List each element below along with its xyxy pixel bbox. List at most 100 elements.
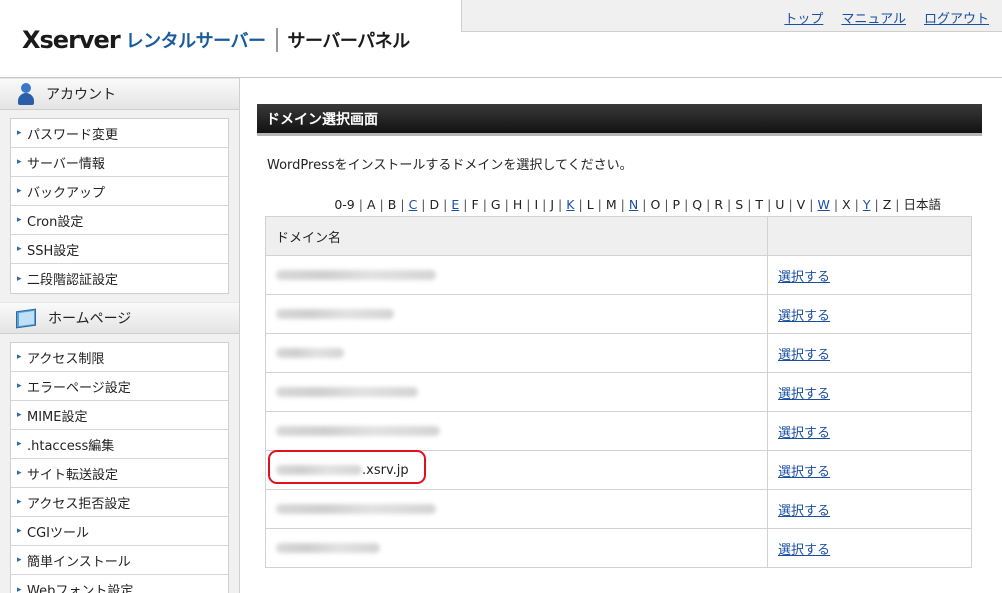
alpha-index-o[interactable]: O — [650, 197, 660, 212]
table-row: 選択する — [265, 255, 972, 295]
alpha-index-i[interactable]: I — [534, 197, 538, 212]
blurred-domain — [276, 426, 440, 436]
select-link[interactable]: 選択する — [778, 270, 830, 285]
alpha-index-p[interactable]: P — [673, 197, 681, 212]
alpha-index-x[interactable]: X — [842, 197, 851, 212]
action-cell: 選択する — [767, 411, 972, 451]
sidebar-item-2fa[interactable]: ▸ 二段階認証設定 — [11, 264, 228, 293]
action-cell: 選択する — [767, 255, 972, 295]
sidebar-item-mime[interactable]: ▸ MIME設定 — [11, 401, 228, 430]
alpha-index-u[interactable]: U — [775, 197, 784, 212]
sidebar-item-password[interactable]: ▸ パスワード変更 — [11, 119, 228, 148]
alpha-separator: | — [443, 197, 448, 212]
sidebar-item-cron[interactable]: ▸ Cron設定 — [11, 206, 228, 235]
alpha-separator: | — [379, 197, 384, 212]
alpha-index-c[interactable]: C — [409, 197, 418, 212]
alpha-index-f[interactable]: F — [472, 197, 479, 212]
sidebar-item-backup[interactable]: ▸ バックアップ — [11, 177, 228, 206]
sidebar-item-easy-install[interactable]: ▸ 簡単インストール — [11, 546, 228, 575]
select-link[interactable]: 選択する — [778, 504, 830, 519]
logo-server-panel: サーバーパネル — [287, 31, 411, 52]
alpha-separator: | — [664, 197, 669, 212]
logo-xserver: Xserver — [22, 26, 121, 54]
alpha-index-w[interactable]: W — [817, 197, 829, 212]
header: Xserver レンタルサーバー サーバーパネル トップ マニュアル ログアウト — [0, 0, 1002, 77]
alpha-index-h[interactable]: H — [513, 197, 522, 212]
alpha-index-z[interactable]: Z — [883, 197, 892, 212]
alpha-index-g[interactable]: G — [491, 197, 501, 212]
sidebar-list-homepage: ▸ アクセス制限 ▸ エラーページ設定 ▸ MIME設定 ▸ .htaccess編集 ▸… — [10, 342, 229, 593]
alpha-separator: | — [706, 197, 711, 212]
alpha-index-r[interactable]: R — [714, 197, 723, 212]
alpha-index-m[interactable]: M — [606, 197, 617, 212]
alpha-index-b[interactable]: B — [388, 197, 397, 212]
sidebar-item-label: 二段階認証設定 — [27, 273, 119, 288]
arrow-icon: ▸ — [17, 468, 22, 478]
select-link[interactable]: 選択する — [778, 426, 830, 441]
sidebar-item-site-transfer[interactable]: ▸ サイト転送設定 — [11, 459, 228, 488]
domain-cell — [265, 333, 768, 373]
blurred-domain — [276, 543, 380, 553]
alpha-index-l[interactable]: L — [587, 197, 594, 212]
alpha-index-v[interactable]: V — [797, 197, 806, 212]
select-link[interactable]: 選択する — [778, 465, 830, 480]
select-link[interactable]: 選択する — [778, 387, 830, 402]
book-icon — [16, 308, 38, 329]
alpha-index-0-9[interactable]: 0-9 — [334, 197, 354, 212]
alpha-separator: | — [833, 197, 839, 212]
sidebar-item-label: Cron設定 — [27, 214, 84, 230]
sidebar-item-access-restriction[interactable]: ▸ アクセス制限 — [11, 343, 228, 372]
sidebar-item-web-font[interactable]: ▸ Webフォント設定 — [11, 575, 228, 593]
alpha-index-e[interactable]: E — [451, 197, 459, 212]
alpha-index-t[interactable]: T — [755, 197, 763, 212]
alpha-separator: | — [597, 197, 602, 212]
alpha-index-q[interactable]: Q — [692, 197, 702, 212]
arrow-icon: ▸ — [17, 215, 22, 225]
alpha-index-a[interactable]: A — [367, 197, 376, 212]
table-header-row: ドメイン名 — [265, 216, 972, 256]
alpha-separator: | — [504, 197, 509, 212]
nav-logout-link[interactable]: ログアウト — [924, 8, 989, 27]
sidebar-item-error-page[interactable]: ▸ エラーページ設定 — [11, 372, 228, 401]
alpha-separator: | — [854, 197, 859, 212]
sidebar-list-account: ▸ パスワード変更 ▸ サーバー情報 ▸ バックアップ ▸ Cron設定 ▸ SSH設定 … — [10, 118, 229, 294]
blurred-domain — [276, 387, 418, 397]
alpha-index-k[interactable]: K — [566, 197, 574, 212]
arrow-icon: ▸ — [17, 244, 22, 254]
alpha-index-japanese[interactable]: 日本語 — [903, 197, 941, 212]
sidebar-item-cgi-tools[interactable]: ▸ CGIツール — [11, 517, 228, 546]
arrow-icon: ▸ — [17, 186, 22, 196]
action-cell: 選択する — [767, 372, 972, 412]
alpha-separator: | — [788, 197, 793, 212]
top-nav: トップ マニュアル ログアウト — [784, 8, 989, 27]
alpha-index-d[interactable]: D — [430, 197, 440, 212]
domain-cell — [265, 528, 768, 568]
sidebar-item-access-deny[interactable]: ▸ アクセス拒否設定 — [11, 488, 228, 517]
nav-top-link[interactable]: トップ — [784, 8, 823, 27]
alpha-separator: | — [642, 197, 647, 212]
alpha-index-j[interactable]: J — [550, 197, 554, 212]
select-link[interactable]: 選択する — [778, 348, 830, 363]
blurred-domain — [276, 309, 394, 319]
sidebar-item-label: バックアップ — [27, 185, 106, 201]
sidebar-item-ssh[interactable]: ▸ SSH設定 — [11, 235, 228, 264]
alpha-index-y[interactable]: Y — [863, 197, 871, 212]
alpha-index-n[interactable]: N — [629, 197, 638, 212]
alpha-separator: | — [358, 197, 363, 212]
select-link[interactable]: 選択する — [778, 309, 830, 324]
arrow-icon: ▸ — [17, 410, 22, 420]
sidebar: アカウント ▸ パスワード変更 ▸ サーバー情報 ▸ バックアップ ▸ Cron設定 ▸… — [0, 78, 240, 593]
nav-manual-link[interactable]: マニュアル — [841, 8, 906, 27]
sidebar-item-label: 簡単インストール — [27, 554, 131, 570]
alpha-separator: | — [578, 197, 583, 212]
arrow-icon: ▸ — [17, 526, 22, 536]
alpha-separator: | — [767, 197, 772, 212]
blurred-domain — [276, 465, 362, 475]
logo[interactable]: Xserver レンタルサーバー サーバーパネル — [22, 26, 410, 54]
sidebar-item-server-info[interactable]: ▸ サーバー情報 — [11, 148, 228, 177]
alpha-index-s[interactable]: S — [735, 197, 743, 212]
domain-cell — [265, 372, 768, 412]
alpha-separator: | — [895, 197, 900, 212]
select-link[interactable]: 選択する — [778, 543, 830, 558]
sidebar-item-htaccess[interactable]: ▸ .htaccess編集 — [11, 430, 228, 459]
